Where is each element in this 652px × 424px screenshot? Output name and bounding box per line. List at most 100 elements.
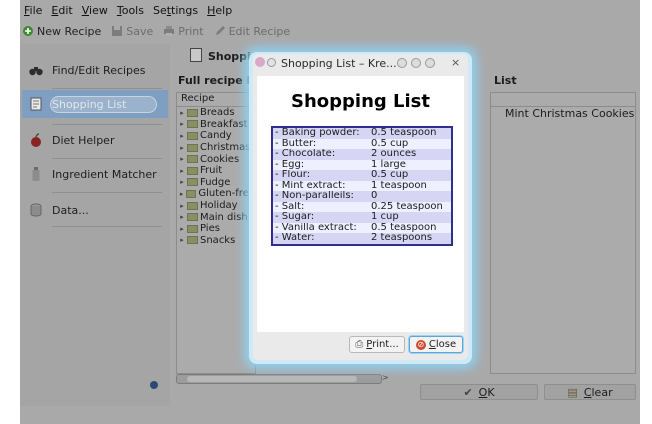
help-icon[interactable] <box>150 381 158 389</box>
save-label: Save <box>126 24 154 38</box>
table-row: - Flour: 0.5 cup <box>273 169 451 181</box>
list-item[interactable]: Mint Christmas Cookies <box>491 107 635 121</box>
expand-arrow-icon[interactable]: ▸ <box>177 167 187 175</box>
folder-icon <box>187 131 198 140</box>
table-row: - Salt: 0.25 teaspoon <box>273 201 451 212</box>
sidebar-item-data[interactable]: Data... <box>28 192 162 228</box>
bottle-icon <box>28 166 44 182</box>
sidebar-item-diet-helper[interactable]: Diet Helper <box>28 122 162 158</box>
tree-row[interactable]: ▸ Candy <box>177 130 255 142</box>
expand-arrow-icon[interactable]: ▸ <box>177 120 187 128</box>
menu-view[interactable]: View <box>82 4 108 20</box>
close-button[interactable]: ⊘ Close <box>409 336 463 353</box>
tree-row[interactable]: ▸ Breads <box>177 107 255 119</box>
save-button[interactable]: Save <box>111 25 153 38</box>
menu-settings[interactable]: Settings <box>153 4 198 20</box>
folder-icon <box>187 108 198 117</box>
tree-row[interactable]: ▸ Fudge <box>177 177 255 189</box>
ingredient-name: - Sugar: <box>275 212 315 222</box>
ok-button[interactable]: ✔ OK <box>420 384 538 400</box>
tree-row[interactable]: ▸ Holiday <box>177 200 255 212</box>
tree-row-label: Gluten-free <box>198 188 255 200</box>
tree-row-label: Fruit <box>200 165 223 177</box>
expand-arrow-icon[interactable]: ▸ <box>177 202 187 210</box>
tree-row[interactable]: ▸ Breakfast <box>177 119 255 131</box>
folder-icon <box>187 166 198 175</box>
folder-icon <box>187 213 198 222</box>
help-icon[interactable] <box>397 58 407 68</box>
shopping-list-dialog: Shopping List – Kre... × Shopping List -… <box>253 54 468 360</box>
sidebar-item-label: Data... <box>52 203 89 217</box>
folder-icon <box>187 155 198 164</box>
tree-row[interactable]: ▸ Cookies <box>177 153 255 165</box>
menu-tools[interactable]: Tools <box>117 4 144 20</box>
expand-arrow-icon[interactable]: ▸ <box>177 236 187 244</box>
table-row: - Sugar: 1 cup <box>273 211 451 223</box>
folder-icon <box>187 143 198 152</box>
folder-icon <box>187 236 198 245</box>
new-recipe-icon <box>23 26 33 36</box>
table-row: - Mint extract: 1 teaspoon <box>273 179 451 191</box>
ingredient-name: - Chocolate: <box>275 149 336 159</box>
expand-arrow-icon[interactable]: ▸ <box>177 155 187 163</box>
expand-arrow-icon[interactable]: ▸ <box>177 213 187 221</box>
recipe-tree[interactable]: Recipe ▸ Breads ▸ Breakfast ▸ Candy ▸ Christmas… <box>176 92 256 374</box>
expand-arrow-icon[interactable]: ▸ <box>177 225 187 233</box>
tree-row[interactable]: ▸ Snacks <box>177 235 255 247</box>
sidebar-item-shopping-list[interactable]: Shopping List <box>28 86 162 122</box>
menu-file[interactable]: File <box>24 4 42 20</box>
tree-row-label: Main dish <box>200 211 248 223</box>
ingredient-name: - Baking powder: <box>275 128 360 138</box>
clear-button[interactable]: ▤ Clear <box>544 384 636 400</box>
tree-row[interactable]: ▸ Gluten-free <box>177 188 255 200</box>
expand-arrow-icon[interactable]: ▸ <box>177 190 186 198</box>
sidebar-divider <box>52 226 162 227</box>
close-icon[interactable]: × <box>451 56 460 69</box>
print-label: Print... <box>366 339 399 350</box>
ingredient-name: - Mint extract: <box>275 180 346 191</box>
sidebar-item-ingredient-matcher[interactable]: Ingredient Matcher <box>28 156 162 192</box>
app-icon <box>255 57 265 67</box>
ingredient-name: - Non-paralleils: <box>275 191 354 201</box>
table-row: - Butter: 0.5 cup <box>273 138 451 149</box>
tree-row[interactable]: ▸ Christmas <box>177 142 255 154</box>
print-button[interactable]: ⎙ Print... <box>349 336 405 353</box>
table-row: - Non-paralleils: 0 <box>273 190 451 202</box>
menu-edit[interactable]: Edit <box>51 4 72 20</box>
sidebar-item-label: Diet Helper <box>52 133 115 147</box>
maximize-icon[interactable] <box>425 58 435 68</box>
ingredient-quantity: 1 cup <box>371 211 399 222</box>
print-button[interactable]: Print <box>163 25 204 38</box>
shopping-list-header[interactable] <box>491 93 635 107</box>
edit-recipe-button[interactable]: Edit Recipe <box>214 25 290 38</box>
document-icon <box>28 96 44 112</box>
expand-arrow-icon[interactable]: ▸ <box>177 144 187 152</box>
menu-help[interactable]: Help <box>207 4 232 20</box>
tree-row[interactable]: ▸ Fruit <box>177 165 255 177</box>
expand-arrow-icon[interactable]: ▸ <box>177 109 187 117</box>
tree-header[interactable]: Recipe <box>177 93 255 107</box>
ingredient-quantity: 1 teaspoon <box>371 179 427 191</box>
menu-bar: File Edit View Tools Settings Help <box>20 4 232 20</box>
expand-arrow-icon[interactable]: ▸ <box>177 178 187 186</box>
pin-icon[interactable] <box>267 58 276 67</box>
shopping-list-label: List <box>494 74 517 87</box>
horizontal-scrollbar[interactable] <box>176 374 382 384</box>
tree-row-label: Breakfast <box>200 118 248 130</box>
sidebar-item-label: Ingredient Matcher <box>52 167 157 181</box>
tree-row-label: Fudge <box>200 176 231 188</box>
new-recipe-button[interactable]: New Recipe <box>22 25 101 38</box>
table-row: - Baking powder: 0.5 teaspoon <box>273 127 451 139</box>
tree-row[interactable]: ▸ Main dish <box>177 211 255 223</box>
folder-icon <box>187 224 198 233</box>
expand-arrow-icon[interactable]: ▸ <box>177 132 187 140</box>
minimize-icon[interactable] <box>411 58 421 68</box>
shopping-list-recipes[interactable]: Mint Christmas Cookies <box>490 92 636 374</box>
shopping-table: - Baking powder: 0.5 teaspoon - Butter: 0.5… <box>271 126 453 246</box>
tree-row[interactable]: ▸ Pies <box>177 223 255 235</box>
scrollbar-thumb[interactable] <box>187 376 357 382</box>
sidebar-item-find-edit-recipes[interactable]: Find/Edit Recipes <box>28 52 162 88</box>
folder-icon <box>187 201 198 210</box>
scroll-right-icon[interactable]: > <box>382 373 389 382</box>
dialog-titlebar[interactable]: Shopping List – Kre... × <box>253 54 468 72</box>
